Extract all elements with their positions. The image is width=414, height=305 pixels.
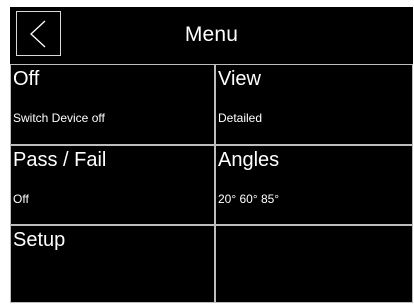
device-screen: Menu Off Switch Device off View Detailed… [10,7,413,303]
page-title: Menu [184,23,239,46]
tile-title: Angles [218,149,280,171]
menu-grid: Off Switch Device off View Detailed Pass… [10,64,413,303]
menu-tile-off[interactable]: Off Switch Device off [10,64,215,145]
menu-tile-view[interactable]: View Detailed [215,64,413,145]
tile-title: View [218,68,261,90]
tile-subtitle: Detailed [218,111,263,125]
tile-title: Setup [13,229,66,251]
menu-tile-angles[interactable]: Angles 20° 60° 85° [215,145,413,225]
menu-tile-empty [215,225,413,303]
tile-subtitle: Switch Device off [13,111,105,125]
tile-subtitle: Off [13,192,29,206]
back-button[interactable] [16,11,61,56]
chevron-left-icon [30,20,46,48]
tile-title: Off [13,68,40,90]
menu-tile-pass-fail[interactable]: Pass / Fail Off [10,145,215,225]
tile-title: Pass / Fail [13,149,107,171]
menu-tile-setup[interactable]: Setup [10,225,215,303]
header-bar: Menu [10,7,413,62]
tile-subtitle: 20° 60° 85° [218,192,280,206]
